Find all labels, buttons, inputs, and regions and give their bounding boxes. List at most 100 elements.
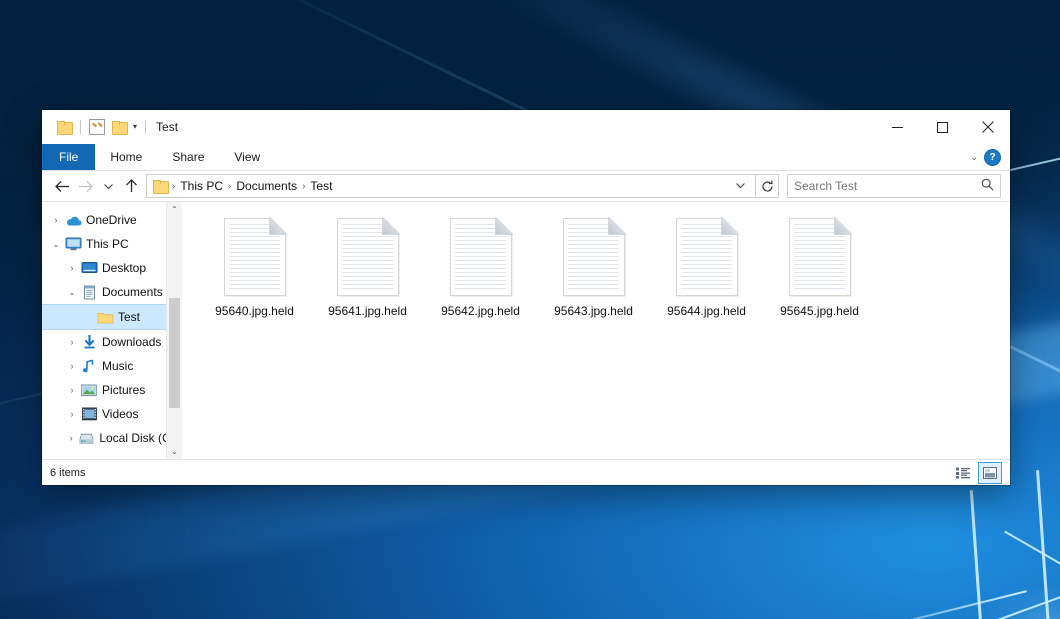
sidebar-item-onedrive[interactable]: ›OneDrive xyxy=(42,208,182,232)
tab-view[interactable]: View xyxy=(219,144,275,170)
file-name-label: 95642.jpg.held xyxy=(441,304,520,318)
sidebar-item-label: Documents xyxy=(102,285,163,299)
file-explorer-window: ▾ Test File Home Share View ⌄ ? xyxy=(42,110,1010,485)
sidebar-item-videos[interactable]: › Videos xyxy=(42,402,182,426)
sidebar-item-label: Test xyxy=(118,310,140,324)
details-view-button[interactable] xyxy=(952,463,974,483)
chevron-right-icon[interactable]: › xyxy=(64,263,80,273)
help-icon[interactable]: ? xyxy=(984,149,1001,166)
qat-new-folder-button[interactable] xyxy=(108,116,130,138)
sidebar-item-music[interactable]: › Music xyxy=(42,354,182,378)
forward-button[interactable] xyxy=(74,174,97,198)
folder-icon xyxy=(57,121,72,133)
scroll-down-button[interactable]: ⌄ xyxy=(167,444,182,459)
videos-film-icon xyxy=(80,407,98,421)
window-controls xyxy=(875,110,1010,144)
file-name-label: 95644.jpg.held xyxy=(667,304,746,318)
address-dropdown-chevron-down-icon[interactable] xyxy=(728,181,753,192)
explorer-body: ›OneDrive ⌄ This PC › Desktop ⌄ Documents Test ›… xyxy=(42,201,1010,459)
qat-folder-button[interactable] xyxy=(53,116,75,138)
sidebar-item-this-pc[interactable]: ⌄ This PC xyxy=(42,232,182,256)
search-box[interactable]: Search Test xyxy=(787,174,1001,198)
refresh-button[interactable] xyxy=(756,174,779,198)
sidebar-item-downloads[interactable]: ›Downloads xyxy=(42,330,182,354)
close-button[interactable] xyxy=(965,110,1010,144)
scroll-up-button[interactable]: ⌃ xyxy=(167,202,182,217)
search-input[interactable]: Search Test xyxy=(794,179,981,193)
file-item[interactable]: 95643.jpg.held xyxy=(537,216,650,318)
item-count-label: 6 items xyxy=(50,467,85,479)
file-name-label: 95640.jpg.held xyxy=(215,304,294,318)
sidebar-item-label: This PC xyxy=(86,237,129,251)
monitor-icon xyxy=(64,237,82,251)
ribbon-tab-bar: File Home Share View ⌄ ? xyxy=(42,144,1010,171)
navigation-scrollbar[interactable]: ⌃ ⌄ xyxy=(166,202,182,459)
folder-icon xyxy=(96,311,114,324)
file-list-view[interactable]: 95640.jpg.held 95641.jpg.held 95642.jpg.he… xyxy=(182,202,1010,459)
tab-file[interactable]: File xyxy=(42,144,95,170)
downloads-arrow-icon xyxy=(80,335,98,350)
chevron-down-icon[interactable]: ▾ xyxy=(130,123,140,131)
chevron-right-icon[interactable]: › xyxy=(64,337,80,347)
sidebar-item-label: Music xyxy=(102,359,133,373)
sidebar-item-documents[interactable]: ⌄ Documents xyxy=(42,280,182,304)
recent-locations-button[interactable] xyxy=(97,174,120,198)
navigation-pane: ›OneDrive ⌄ This PC › Desktop ⌄ Documents Test ›… xyxy=(42,202,182,459)
address-bar[interactable]: › This PC › Documents › Test xyxy=(146,174,756,198)
window-title: Test xyxy=(156,120,178,134)
generic-document-icon xyxy=(224,218,286,296)
generic-document-icon xyxy=(337,218,399,296)
properties-icon xyxy=(89,119,105,135)
file-item[interactable]: 95641.jpg.held xyxy=(311,216,424,318)
address-bar-row: › This PC › Documents › Test Search Test xyxy=(42,171,1010,201)
up-button[interactable] xyxy=(120,174,143,198)
generic-document-icon xyxy=(450,218,512,296)
file-grid: 95640.jpg.held 95641.jpg.held 95642.jpg.he… xyxy=(198,216,1010,318)
new-folder-icon xyxy=(112,121,127,133)
large-icons-view-button[interactable] xyxy=(978,462,1002,484)
chevron-down-icon[interactable]: ⌄ xyxy=(48,239,64,250)
desktop-icon xyxy=(80,261,98,275)
file-item[interactable]: 95645.jpg.held xyxy=(763,216,876,318)
hard-drive-icon xyxy=(78,432,95,445)
chevron-down-icon[interactable]: ⌄ xyxy=(64,287,80,298)
breadcrumb-test[interactable]: Test xyxy=(306,176,336,196)
chevron-right-icon[interactable]: › xyxy=(64,409,80,419)
scrollbar-thumb[interactable] xyxy=(169,298,180,408)
maximize-button[interactable] xyxy=(920,110,965,144)
generic-document-icon xyxy=(789,218,851,296)
file-name-label: 95643.jpg.held xyxy=(554,304,633,318)
chevron-right-icon[interactable]: › xyxy=(64,385,80,395)
sidebar-item-test[interactable]: Test xyxy=(42,304,182,330)
generic-document-icon xyxy=(563,218,625,296)
file-item[interactable]: 95642.jpg.held xyxy=(424,216,537,318)
qat-properties-button[interactable] xyxy=(86,116,108,138)
tab-home[interactable]: Home xyxy=(95,144,157,170)
view-switch-group xyxy=(952,462,1002,484)
sidebar-item-local-disk-c[interactable]: ›Local Disk (C:) xyxy=(42,426,182,450)
title-bar: ▾ Test xyxy=(42,110,1010,144)
breadcrumb-documents[interactable]: Documents xyxy=(232,176,301,196)
chevron-right-icon[interactable]: › xyxy=(64,433,78,443)
file-item[interactable]: 95644.jpg.held xyxy=(650,216,763,318)
chevron-right-icon[interactable]: › xyxy=(64,361,80,371)
sidebar-item-label: Pictures xyxy=(102,383,145,397)
expand-ribbon-chevron-down-icon[interactable]: ⌄ xyxy=(970,152,978,163)
sidebar-item-label: Desktop xyxy=(102,261,146,275)
music-note-icon xyxy=(80,359,98,374)
sidebar-item-label: Videos xyxy=(102,407,138,421)
ribbon-right-controls: ⌄ ? xyxy=(970,144,1010,170)
file-name-label: 95645.jpg.held xyxy=(780,304,859,318)
documents-icon xyxy=(80,285,98,300)
breadcrumb-this-pc[interactable]: This PC xyxy=(176,176,227,196)
search-icon xyxy=(981,178,994,194)
file-item[interactable]: 95640.jpg.held xyxy=(198,216,311,318)
sidebar-item-desktop[interactable]: › Desktop xyxy=(42,256,182,280)
sidebar-item-pictures[interactable]: › Pictures xyxy=(42,378,182,402)
minimize-button[interactable] xyxy=(875,110,920,144)
chevron-right-icon[interactable]: › xyxy=(48,215,64,225)
quick-access-toolbar: ▾ Test xyxy=(42,110,178,144)
qat-separator xyxy=(80,120,81,134)
back-button[interactable] xyxy=(51,174,74,198)
tab-share[interactable]: Share xyxy=(157,144,219,170)
